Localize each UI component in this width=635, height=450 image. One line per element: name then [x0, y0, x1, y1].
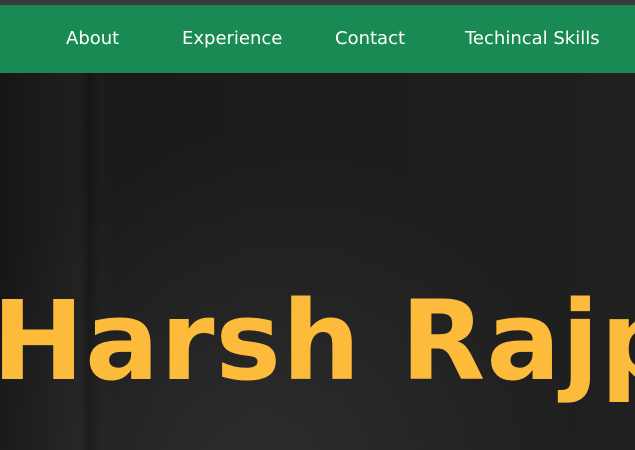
nav-link-about[interactable]: About	[66, 25, 119, 53]
page: About Experience Contact Techincal Skill…	[0, 0, 635, 450]
nav-link-experience[interactable]: Experience	[182, 25, 282, 53]
nav-link-technical-skills[interactable]: Techincal Skills	[465, 25, 600, 53]
navbar: About Experience Contact Techincal Skill…	[0, 5, 635, 73]
nav-link-contact[interactable]: Contact	[335, 25, 405, 53]
hero-section: Harsh Rajpal	[0, 73, 635, 450]
hero-name-heading: Harsh Rajpal	[0, 277, 635, 405]
